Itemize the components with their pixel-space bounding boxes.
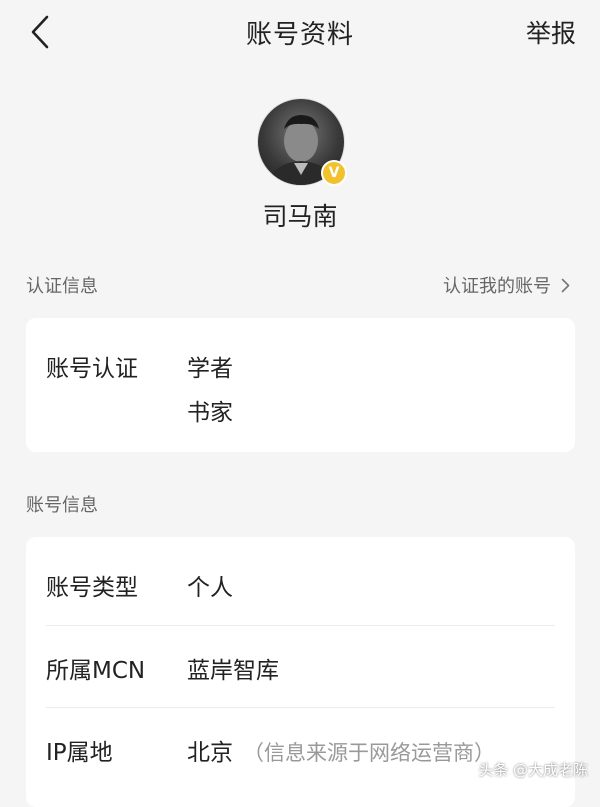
username: 司马南 (262, 202, 338, 231)
ip-location-text: 北京 (187, 740, 233, 766)
ip-location-value: 北京 （信息来源于网络运营商） (187, 733, 495, 767)
verification-card: 账号认证 学者 书家 (26, 318, 575, 452)
nav-bar: 账号资料 举报 (0, 0, 600, 64)
watermark: 头条 @大成老陈 (478, 761, 588, 779)
avatar-container: V (257, 98, 347, 186)
chevron-right-icon (561, 278, 570, 292)
verification-value: 学者 (187, 356, 233, 382)
divider (46, 625, 555, 626)
verify-my-account-link[interactable]: 认证我的账号 (443, 272, 570, 298)
ip-location-note: （信息来源于网络运营商） (243, 741, 495, 765)
account-type-value: 个人 (187, 575, 233, 601)
verification-section-label: 认证信息 (26, 276, 98, 297)
mcn-value: 蓝岸智库 (187, 658, 279, 684)
verification-row-label: 账号认证 (46, 356, 138, 382)
page-title: 账号资料 (245, 20, 354, 50)
verify-link-label: 认证我的账号 (443, 276, 551, 297)
verification-value: 书家 (187, 400, 233, 426)
ip-location-label: IP属地 (46, 740, 113, 766)
account-section-label: 账号信息 (26, 495, 98, 516)
account-type-label: 账号类型 (46, 575, 138, 601)
mcn-label: 所属MCN (46, 658, 146, 684)
divider (46, 707, 555, 708)
report-button[interactable]: 举报 (526, 14, 576, 50)
verified-badge-icon: V (321, 160, 347, 186)
